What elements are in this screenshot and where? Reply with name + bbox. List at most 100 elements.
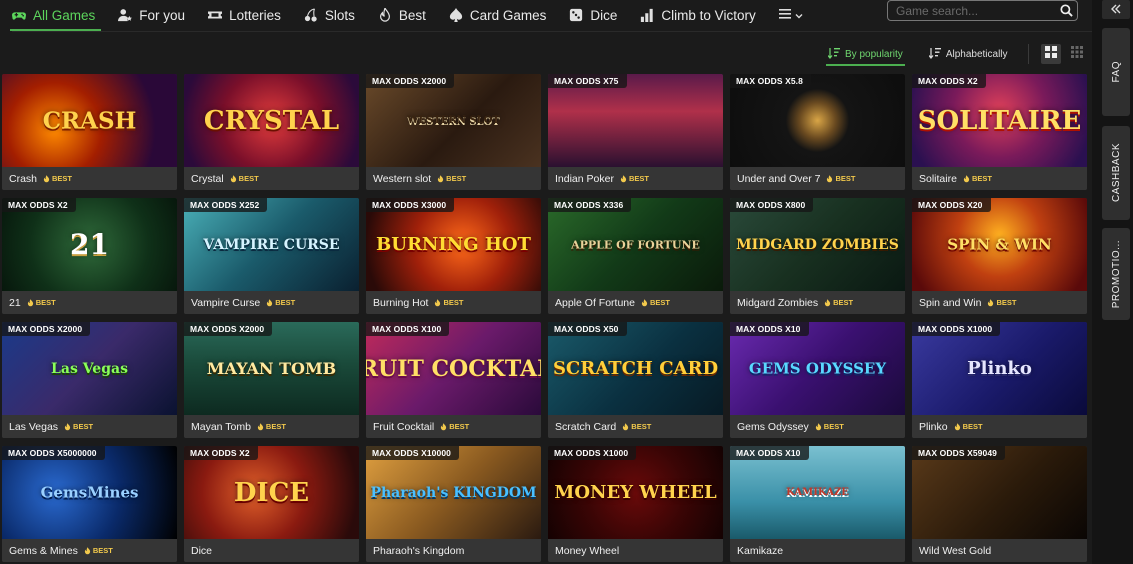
nav-item-all-games[interactable]: All Games <box>9 0 102 31</box>
game-card-crash[interactable]: CRASH Crash BEST <box>2 74 177 190</box>
max-odds-label: MAX ODDS X5.8 <box>730 74 811 88</box>
game-thumbnail[interactable]: MIDGARD ZOMBIES MAX ODDS X800 <box>730 198 905 291</box>
game-card-spin-and-win[interactable]: SPIN & WIN MAX ODDS X20 Spin and Win BEST <box>912 198 1087 314</box>
game-caption: Western slot BEST <box>366 167 541 190</box>
game-card-apple-of-fortune[interactable]: APPLE OF FORTUNE MAX ODDS X336 Apple Of Fo… <box>548 198 723 314</box>
game-thumbnail[interactable]: SCRATCH CARD MAX ODDS X50 <box>548 322 723 415</box>
game-logo: GemsMines <box>40 483 139 501</box>
nav-label: Best <box>398 7 426 23</box>
best-badge-label: BEST <box>73 422 94 431</box>
best-badge: BEST <box>266 298 295 307</box>
game-caption: Apple Of Fortune BEST <box>548 291 723 314</box>
game-thumbnail[interactable]: SOLITAIRE MAX ODDS X2 <box>912 74 1087 167</box>
game-card-fruit-cocktail[interactable]: FRUIT COCKTAIL MAX ODDS X100 Fruit Cocktai… <box>366 322 541 438</box>
sidebar-collapse-button[interactable] <box>1102 0 1130 19</box>
game-thumbnail[interactable]: BURNING HOT MAX ODDS X3000 <box>366 198 541 291</box>
flame-icon <box>824 298 831 307</box>
game-card-indian-poker[interactable]: MAX ODDS X75 Indian Poker BEST <box>548 74 723 190</box>
game-thumbnail[interactable]: CRYSTAL <box>184 74 359 167</box>
search-input[interactable] <box>888 1 1055 20</box>
game-thumbnail[interactable]: CRASH <box>2 74 177 167</box>
game-thumbnail[interactable]: Pharaoh's KINGDOM MAX ODDS X10000 <box>366 446 541 539</box>
max-odds-label: MAX ODDS X252 <box>184 198 268 212</box>
nav-item-best[interactable]: Best <box>378 0 426 30</box>
game-card-solitaire[interactable]: SOLITAIRE MAX ODDS X2 Solitaire BEST <box>912 74 1087 190</box>
game-thumbnail[interactable]: DICE MAX ODDS X2 <box>184 446 359 539</box>
game-thumbnail[interactable]: MAYAN TOMB MAX ODDS X2000 <box>184 322 359 415</box>
game-title: Kamikaze <box>737 544 784 557</box>
sort-alphabetically-button[interactable]: Alphabetically <box>927 43 1010 65</box>
search-icon[interactable] <box>1055 4 1077 17</box>
game-logo: VAMPIRE CURSE <box>203 236 340 253</box>
game-card-mayan-tomb[interactable]: MAYAN TOMB MAX ODDS X2000 Mayan Tomb BEST <box>184 322 359 438</box>
nav-item-dice[interactable]: Dice <box>569 0 617 30</box>
game-thumbnail[interactable]: GemsMines MAX ODDS X5000000 <box>2 446 177 539</box>
game-card-gems-odyssey[interactable]: GEMS ODYSSEY MAX ODDS X10 Gems Odyssey BEST <box>730 322 905 438</box>
best-badge-label: BEST <box>265 422 286 431</box>
game-caption: 21 BEST <box>2 291 177 314</box>
game-thumbnail[interactable]: MONEY WHEEL MAX ODDS X1000 <box>548 446 723 539</box>
game-thumbnail[interactable]: MAX ODDS X5.8 <box>730 74 905 167</box>
game-caption: Solitaire BEST <box>912 167 1087 190</box>
nav-item-card-games[interactable]: Card Games <box>449 0 546 30</box>
game-thumbnail[interactable]: GEMS ODYSSEY MAX ODDS X10 <box>730 322 905 415</box>
game-thumbnail[interactable]: FRUIT COCKTAIL MAX ODDS X100 <box>366 322 541 415</box>
game-thumbnail[interactable]: Plinko MAX ODDS X1000 <box>912 322 1087 415</box>
game-card-pharaoh-s-kingdom[interactable]: Pharaoh's KINGDOM MAX ODDS X10000 Pharaoh'… <box>366 446 541 562</box>
game-thumbnail[interactable]: MAX ODDS X59049 <box>912 446 1087 539</box>
sort-by-popularity-button[interactable]: By popularity <box>826 43 905 66</box>
bar-chart-icon <box>640 8 654 22</box>
game-card-burning-hot[interactable]: BURNING HOT MAX ODDS X3000 Burning Hot BEST <box>366 198 541 314</box>
flame-icon <box>437 174 444 183</box>
game-card-21[interactable]: 21 MAX ODDS X2 21 BEST <box>2 198 177 314</box>
game-caption: Gems Odyssey BEST <box>730 415 905 438</box>
nav-item-climb-to-victory[interactable]: Climb to Victory <box>640 0 756 30</box>
nav-label: Dice <box>590 7 618 23</box>
game-thumbnail[interactable]: WESTERN SLOT MAX ODDS X2000 <box>366 74 541 167</box>
flame-icon <box>27 298 34 307</box>
more-categories-button[interactable] <box>778 8 803 23</box>
game-card-las-vegas[interactable]: Las Vegas MAX ODDS X2000 Las Vegas BEST <box>2 322 177 438</box>
game-thumbnail[interactable]: 21 MAX ODDS X2 <box>2 198 177 291</box>
game-logo: BURNING HOT <box>376 233 531 255</box>
nav-item-for-you[interactable]: For you <box>118 0 185 30</box>
game-card-crystal[interactable]: CRYSTAL Crystal BEST <box>184 74 359 190</box>
game-title: Vampire Curse <box>191 296 261 309</box>
sidebar-tab-cashback[interactable]: CASHBACK <box>1102 126 1130 220</box>
flame-icon <box>987 298 994 307</box>
game-thumbnail[interactable]: Las Vegas MAX ODDS X2000 <box>2 322 177 415</box>
game-card-vampire-curse[interactable]: VAMPIRE CURSE MAX ODDS X252 Vampire Curse B… <box>184 198 359 314</box>
game-card-scratch-card[interactable]: SCRATCH CARD MAX ODDS X50 Scratch Card BEST <box>548 322 723 438</box>
max-odds-label: MAX ODDS X2 <box>184 446 258 460</box>
game-card-dice[interactable]: DICE MAX ODDS X2 Dice <box>184 446 359 562</box>
nav-item-slots[interactable]: Slots <box>304 0 355 30</box>
game-card-under-and-over-7[interactable]: MAX ODDS X5.8 Under and Over 7 BEST <box>730 74 905 190</box>
sort-label: By popularity <box>845 48 903 60</box>
game-card-midgard-zombies[interactable]: MIDGARD ZOMBIES MAX ODDS X800 Midgard Zomb… <box>730 198 905 314</box>
nav-item-lotteries[interactable]: Lotteries <box>208 0 281 30</box>
flame-icon <box>954 422 961 431</box>
game-card-western-slot[interactable]: WESTERN SLOT MAX ODDS X2000 Western slot BE… <box>366 74 541 190</box>
right-sidebar: FAQ CASHBACK PROMOTIO... <box>1092 0 1133 564</box>
game-thumbnail[interactable]: MAX ODDS X75 <box>548 74 723 167</box>
game-card-money-wheel[interactable]: MONEY WHEEL MAX ODDS X1000 Money Wheel <box>548 446 723 562</box>
game-title: Mayan Tomb <box>191 420 251 433</box>
game-thumbnail[interactable]: APPLE OF FORTUNE MAX ODDS X336 <box>548 198 723 291</box>
game-thumbnail[interactable]: SPIN & WIN MAX ODDS X20 <box>912 198 1087 291</box>
grid-small-view-button[interactable] <box>1067 44 1087 64</box>
sidebar-tab-faq[interactable]: FAQ <box>1102 28 1130 116</box>
sidebar-tab-promotions[interactable]: PROMOTIO... <box>1102 228 1130 320</box>
best-badge-label: BEST <box>823 422 844 431</box>
grid-view-button[interactable] <box>1040 44 1061 64</box>
game-card-wild-west-gold[interactable]: MAX ODDS X59049 Wild West Gold <box>912 446 1087 562</box>
best-badge: BEST <box>622 422 651 431</box>
game-caption: Midgard Zombies BEST <box>730 291 905 314</box>
game-thumbnail[interactable]: VAMPIRE CURSE MAX ODDS X252 <box>184 198 359 291</box>
game-title: Wild West Gold <box>919 544 992 557</box>
game-thumbnail[interactable]: KAMIKAZE MAX ODDS X10 <box>730 446 905 539</box>
game-card-kamikaze[interactable]: KAMIKAZE MAX ODDS X10 Kamikaze <box>730 446 905 562</box>
game-card-gems-mines[interactable]: GemsMines MAX ODDS X5000000 Gems & Mines BE… <box>2 446 177 562</box>
game-logo: APPLE OF FORTUNE <box>571 238 700 251</box>
max-odds-label: MAX ODDS X2000 <box>366 74 455 88</box>
game-card-plinko[interactable]: Plinko MAX ODDS X1000 Plinko BEST <box>912 322 1087 438</box>
